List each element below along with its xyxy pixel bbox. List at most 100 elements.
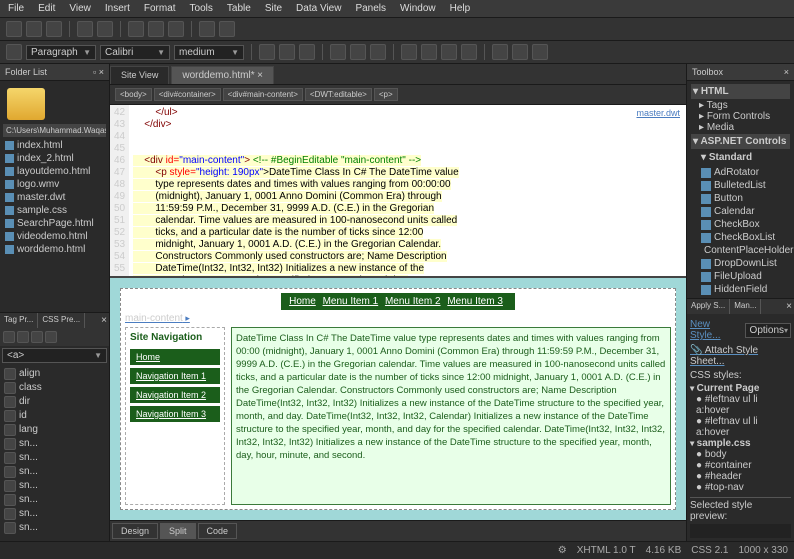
attr-row[interactable]: id [2,409,107,423]
attr-row[interactable]: sn... [2,437,107,451]
preview-menu-item[interactable]: Menu Item 1 [323,296,379,307]
tab-code[interactable]: Code [198,523,238,539]
toolbox-item[interactable]: Button [699,192,790,205]
preview-content[interactable]: DateTime Class In C# The DateTime value … [231,327,671,505]
toolbox-subgroup[interactable]: ▸ Form Controls [699,111,790,122]
tab-design[interactable]: Design [112,523,158,539]
attr-row[interactable]: lang [2,423,107,437]
status-dim[interactable]: 1000 x 330 [739,545,789,556]
folder-icon[interactable] [7,88,45,120]
status-icon[interactable]: ⚙ [558,545,567,556]
preview-button[interactable] [77,21,93,37]
style-rule[interactable]: ● #top-nav [696,482,791,493]
toolbox-item[interactable]: Calendar [699,205,790,218]
options-combo[interactable]: Options▾ [745,323,791,338]
prop-btn3[interactable] [31,331,43,343]
toolbox-item[interactable]: CheckBoxList [699,231,790,244]
nav-link[interactable]: Navigation Item 3 [130,406,220,422]
style-rule[interactable]: ● #leftnav ul li a:hover [696,394,791,416]
crumb-item[interactable]: <div#container> [154,88,221,101]
menu-view[interactable]: View [69,3,91,14]
color-button[interactable] [512,44,528,60]
attr-row[interactable]: sn... [2,507,107,521]
file-item[interactable]: worddemo.html [3,243,106,256]
file-item[interactable]: master.dwt [3,191,106,204]
size-combo[interactable]: medium▼ [174,45,244,60]
toolbox-group[interactable]: ▾ ASP.NET Controls [691,134,790,149]
toolbox-item[interactable]: CheckBox [699,218,790,231]
cut-button[interactable] [128,21,144,37]
prop-btn4[interactable] [45,331,57,343]
preview-menu-item[interactable]: Menu Item 3 [447,296,503,307]
file-item[interactable]: layoutdemo.html [3,165,106,178]
menu-window[interactable]: Window [400,3,436,14]
status-css[interactable]: CSS 2.1 [691,545,728,556]
prop-btn1[interactable] [3,331,15,343]
indent-button[interactable] [461,44,477,60]
style-rule[interactable]: ● body [696,449,791,460]
toolbox-item[interactable]: ContentPlaceHolder [699,244,790,257]
master-link[interactable]: master.dwt [636,107,680,119]
tab-manage-styles[interactable]: Man... [730,299,761,314]
file-item[interactable]: videodemo.html [3,230,106,243]
attr-row[interactable]: sn... [2,493,107,507]
font-combo[interactable]: Calibri▼ [100,45,170,60]
toolbox-subgroup[interactable]: ▸ Media [699,122,790,133]
copy-button[interactable] [148,21,164,37]
design-preview[interactable]: Home Menu Item 1 Menu Item 2 Menu Item 3… [110,276,686,520]
undo-button[interactable] [199,21,215,37]
new-style-link[interactable]: New Style... [690,319,741,341]
attr-row[interactable]: dir [2,395,107,409]
attr-row[interactable]: class [2,381,107,395]
menu-insert[interactable]: Insert [105,3,130,14]
code-editor[interactable]: 42434445464748495051525354555657 master.… [110,105,686,276]
crumb-item[interactable]: <body> [115,88,152,101]
toolbox-subgroup[interactable]: ▾ Standard [699,150,790,165]
preview-menu-item[interactable]: Home [289,296,316,307]
style-rule[interactable]: ● #leftnav ul li a:hover [696,416,791,438]
menu-panels[interactable]: Panels [355,3,386,14]
style-rule[interactable]: ● #header [696,471,791,482]
paste-button[interactable] [168,21,184,37]
tab-css-preview[interactable]: CSS Pre... [38,313,85,328]
redo-button[interactable] [219,21,235,37]
nav-link[interactable]: Home [130,349,220,365]
align-left-button[interactable] [330,44,346,60]
toolbox-item[interactable]: DropDownList [699,257,790,270]
attr-row[interactable]: sn... [2,465,107,479]
nav-link[interactable]: Navigation Item 2 [130,387,220,403]
attr-row[interactable]: sn... [2,479,107,493]
close-icon[interactable]: × [99,313,109,328]
menu-site[interactable]: Site [265,3,282,14]
align-right-button[interactable] [370,44,386,60]
attr-row[interactable]: sn... [2,451,107,465]
close-icon[interactable]: × [784,299,794,314]
attr-row[interactable]: align [2,367,107,381]
menu-format[interactable]: Format [144,3,176,14]
crumb-item[interactable]: <div#main-content> [223,88,303,101]
underline-button[interactable] [299,44,315,60]
publish-button[interactable] [97,21,113,37]
toolbox-item[interactable]: AdRotator [699,166,790,179]
tab-site-view[interactable]: Site View [110,66,169,84]
tab-apply-styles[interactable]: Apply S... [687,299,730,314]
toolbox-item[interactable]: HiddenField [699,283,790,296]
file-item[interactable]: logo.wmv [3,178,106,191]
align-center-button[interactable] [350,44,366,60]
italic-button[interactable] [279,44,295,60]
crumb-item[interactable]: <DWT:editable> [305,88,372,101]
crumb-item[interactable]: <p> [374,88,398,101]
editable-region-label[interactable]: main-content ▸ [125,313,671,324]
nav-link[interactable]: Navigation Item 1 [130,368,220,384]
style-rule[interactable]: ● #container [696,460,791,471]
tab-split[interactable]: Split [160,523,196,539]
menu-dataview[interactable]: Data View [296,3,341,14]
toolbox-subgroup[interactable]: ▸ Tags [699,100,790,111]
close-icon[interactable]: × [784,67,789,77]
menu-help[interactable]: Help [450,3,471,14]
border-button[interactable] [492,44,508,60]
bold-button[interactable] [259,44,275,60]
file-item[interactable]: SearchPage.html [3,217,106,230]
outdent-button[interactable] [441,44,457,60]
preview-menu-item[interactable]: Menu Item 2 [385,296,441,307]
